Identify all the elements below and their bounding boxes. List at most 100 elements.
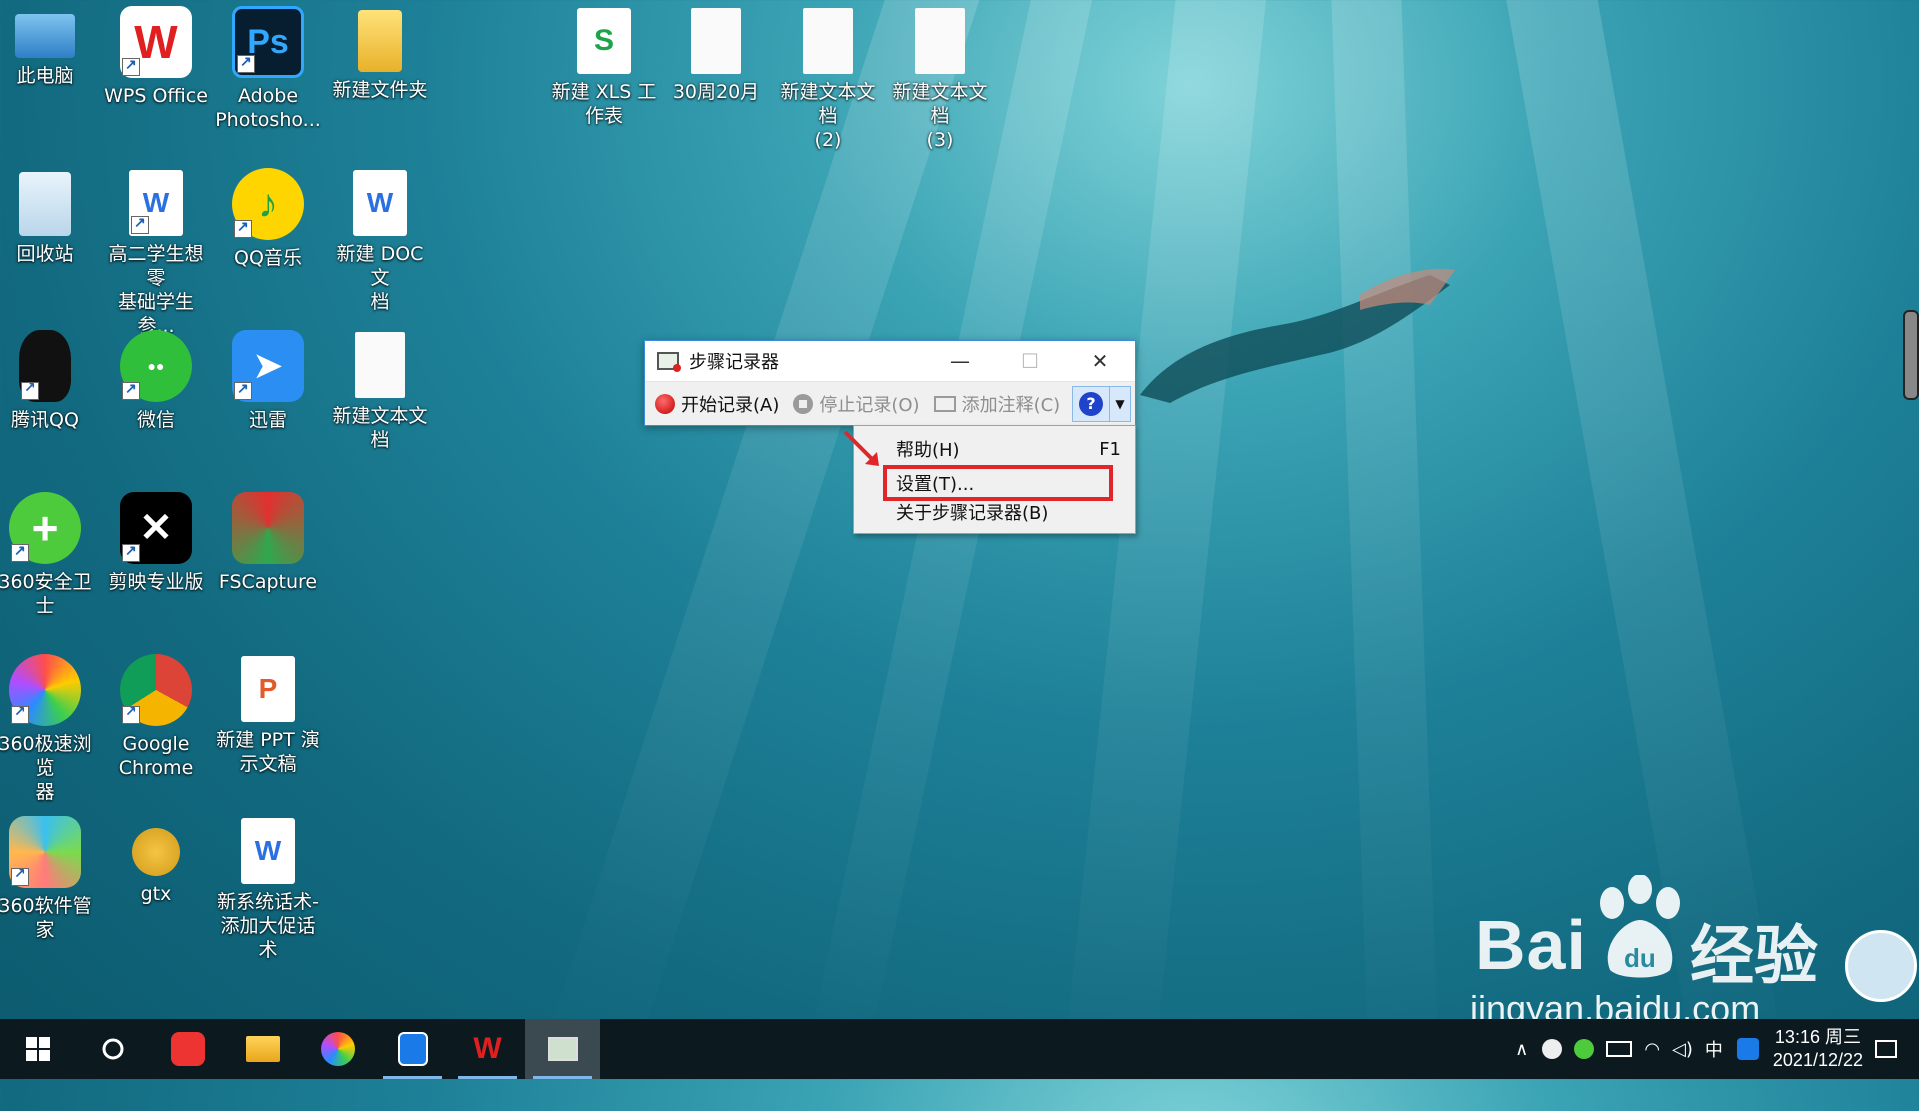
desktop-icon[interactable]: W 新系统话术- 添加大促话术 (213, 816, 323, 962)
minimize-button[interactable]: — (925, 341, 995, 381)
ppt-icon: P (241, 656, 295, 722)
folder-icon (245, 1036, 280, 1062)
desktop-icon[interactable]: Google Chrome (101, 654, 211, 780)
chrome-icon (120, 654, 192, 726)
clock[interactable]: 13:16 周三 2021/12/22 (1773, 1026, 1863, 1072)
desktop-icon[interactable]: 此电脑 (0, 6, 100, 88)
computer-icon (15, 14, 75, 58)
shortcut-arrow-icon (234, 218, 252, 238)
stop-icon (793, 393, 814, 414)
desktop-icon[interactable]: S 新建 XLS 工 作表 (549, 6, 659, 128)
add-comment-label: 添加注释(C) (961, 394, 1061, 416)
ime-indicator[interactable]: 中 (1705, 1036, 1723, 1062)
taskbar-tablet-app[interactable] (375, 1019, 450, 1079)
desktop-icon[interactable]: 360软件管家 (0, 816, 100, 942)
taskbar-360-browser[interactable] (300, 1019, 375, 1079)
desktop-icon[interactable]: ●● 微信 (101, 330, 211, 432)
tray-app-icon[interactable] (1542, 1039, 1563, 1059)
maximize-button[interactable]: ☐ (995, 341, 1065, 381)
volume-icon[interactable]: ◁) (1672, 1039, 1693, 1060)
edge-scroll-handle[interactable] (1903, 310, 1919, 400)
desktop-icon[interactable]: ➤ 迅雷 (213, 330, 323, 432)
assistant-bubble-icon[interactable] (1845, 930, 1917, 1002)
desktop-icon-label: 新建 DOC 文 档 (336, 243, 424, 313)
taskbar-app-red[interactable] (150, 1019, 225, 1079)
taskbar-steps-recorder[interactable] (525, 1019, 600, 1079)
menu-item-about[interactable]: 关于步骤记录器(B) (896, 498, 1121, 526)
menu-item-help[interactable]: 帮助(H) F1 (896, 435, 1121, 463)
tray-chevron-icon[interactable]: ∧ (1515, 1039, 1528, 1060)
desktop-icon[interactable]: +360安全卫士 (0, 492, 100, 618)
chevron-down-icon[interactable]: ▼ (1109, 386, 1130, 421)
desktop-icon[interactable]: 新建文本文档 (325, 330, 435, 452)
light-ray (1330, 0, 1441, 1111)
steps-recorder-window: 步骤记录器 — ☐ ✕ 开始记录(A) 停止记录(O) 添加注释(C) ? ▼ (644, 340, 1136, 426)
shortcut-arrow-icon (122, 704, 140, 724)
desktop-icon[interactable]: W 新建 DOC 文 档 (325, 168, 435, 314)
wechat-icon: ●● (120, 330, 192, 402)
add-comment-button[interactable]: 添加注释(C) (930, 388, 1065, 420)
recorder-toolbar: 开始记录(A) 停止记录(O) 添加注释(C) ? ▼ (645, 382, 1135, 425)
document-icon (915, 8, 965, 74)
taskbar-file-explorer[interactable] (225, 1019, 300, 1079)
window-title: 步骤记录器 (689, 352, 779, 373)
desktop-icon-label: Adobe Photosho... (215, 85, 321, 131)
desktop-icon[interactable]: 回收站 (0, 168, 100, 266)
desktop-icon[interactable]: W 高二学生想零 基础学生参... (101, 168, 211, 338)
stop-record-button[interactable]: 停止记录(O) (789, 388, 923, 420)
desktop-icon-label: Google Chrome (118, 733, 194, 779)
desktop-icon-label: 新系统话术- 添加大促话术 (217, 891, 319, 961)
desktop-icon[interactable]: Ps Adobe Photosho... (213, 6, 323, 132)
baidu-logo-text: Bai (1475, 906, 1587, 984)
document-icon (691, 8, 741, 74)
360-browser-icon (320, 1032, 355, 1066)
qq-music-icon: ♪ (232, 168, 304, 240)
app-red-icon (170, 1032, 205, 1066)
shortcut-arrow-icon (237, 53, 255, 73)
battery-icon[interactable] (1606, 1041, 1633, 1057)
word-doc-icon: W (353, 170, 407, 236)
help-dropdown-menu: 帮助(H) F1 设置(T)... 关于步骤记录器(B) (853, 425, 1136, 534)
desktop-icon[interactable]: 腾讯QQ (0, 330, 100, 432)
desktop-icon[interactable]: 新建文本文档 (3) (885, 6, 995, 152)
help-split-button[interactable]: ? ▼ (1072, 385, 1131, 422)
wifi-icon[interactable]: ◠ (1644, 1039, 1660, 1060)
desktop-icon[interactable]: ♪ QQ音乐 (213, 168, 323, 270)
start-button[interactable] (0, 1019, 75, 1079)
taskbar-wps[interactable]: W (450, 1019, 525, 1079)
close-button[interactable]: ✕ (1065, 341, 1135, 381)
gtx-icon (132, 828, 180, 876)
shortcut-arrow-icon (122, 380, 140, 400)
start-record-button[interactable]: 开始记录(A) (651, 388, 783, 420)
desktop-icon[interactable]: ✕ 剪映专业版 (101, 492, 211, 594)
tablet-icon (397, 1032, 428, 1066)
svg-text:du: du (1624, 943, 1656, 973)
baidu-paw-icon: du (1600, 875, 1680, 978)
desktop-icon[interactable]: gtx (101, 816, 211, 906)
comment-icon (933, 395, 956, 412)
desktop-icon[interactable]: 360极速浏览 器 (0, 654, 100, 804)
desktop-icon[interactable]: 30周20月 (661, 6, 771, 104)
desktop-icon-label: FSCapture (218, 571, 318, 593)
menu-item-shortcut: F1 (1099, 438, 1121, 460)
notification-icon[interactable] (1875, 1040, 1897, 1058)
cortana-button[interactable] (75, 1019, 150, 1079)
help-icon[interactable]: ? (1079, 391, 1103, 416)
desktop-icon[interactable]: P 新建 PPT 演 示文稿 (213, 654, 323, 776)
desktop-icon[interactable]: 新建文本文档 (2) (773, 6, 883, 152)
tray-search-icon[interactable] (1736, 1038, 1759, 1060)
desktop-icon[interactable]: W WPS Office (101, 6, 211, 108)
shortcut-arrow-icon (131, 214, 149, 234)
desktop-icon-label: 新建文本文档 (2) (780, 81, 876, 151)
record-icon (655, 393, 675, 414)
fscapture-icon (232, 492, 304, 564)
shortcut-arrow-icon (11, 704, 29, 724)
document-icon (355, 332, 405, 398)
desktop-icon[interactable]: FSCapture (213, 492, 323, 594)
desktop-icon-label: 高二学生想零 基础学生参... (108, 243, 204, 337)
shortcut-arrow-icon (21, 380, 39, 400)
shortcut-arrow-icon (122, 56, 140, 76)
title-bar[interactable]: 步骤记录器 — ☐ ✕ (645, 341, 1135, 382)
tray-360-icon[interactable] (1574, 1039, 1595, 1059)
desktop-icon[interactable]: 新建文件夹 (325, 6, 435, 102)
